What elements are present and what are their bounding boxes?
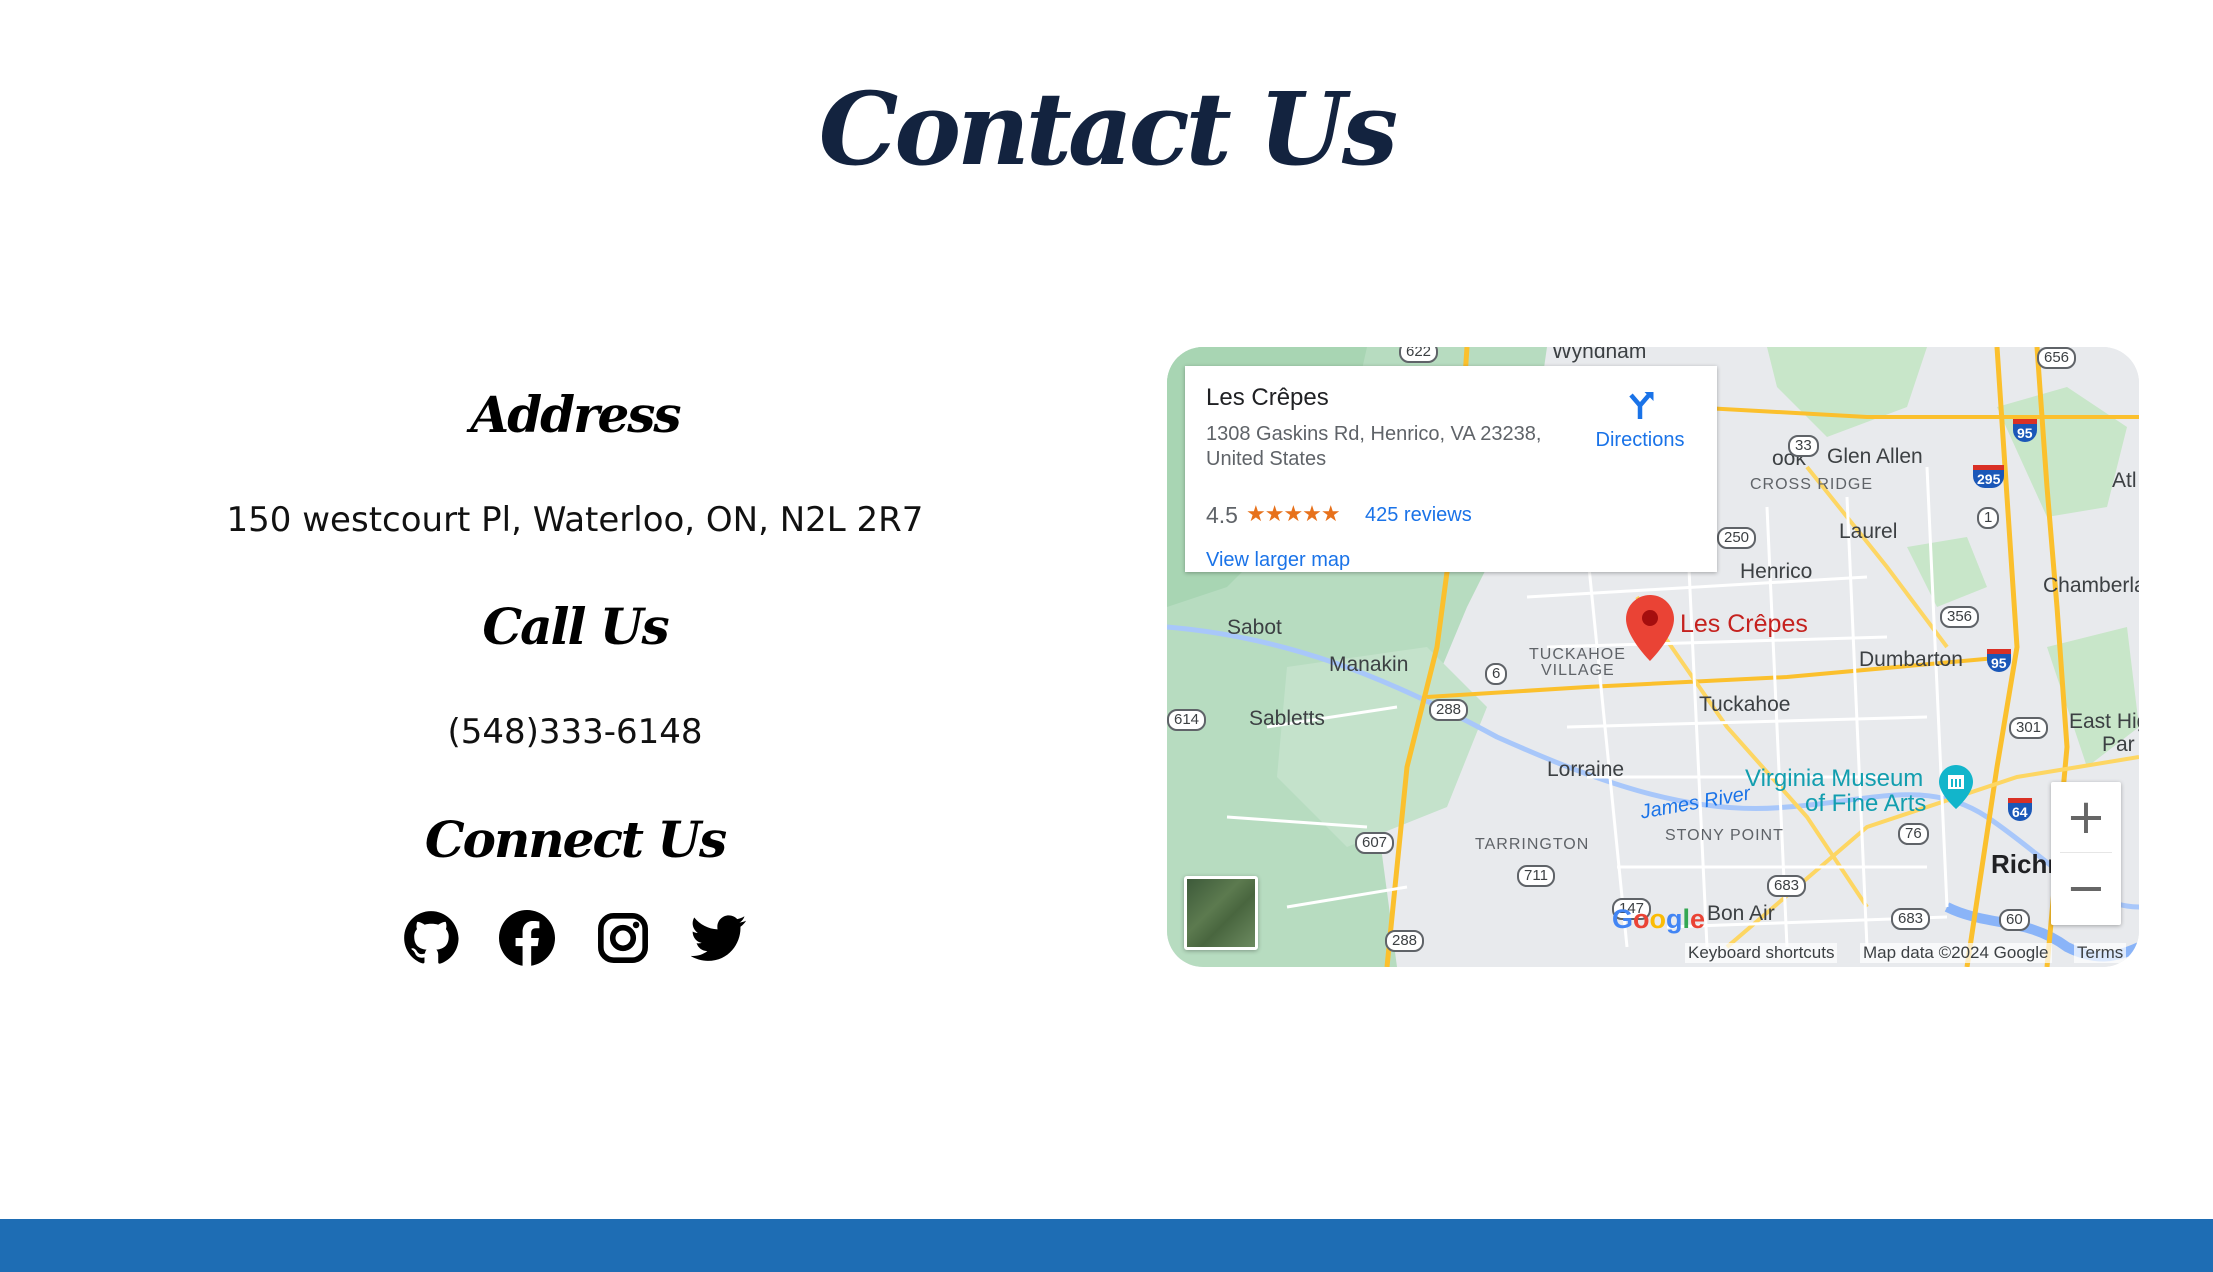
directions-button[interactable]: Directions [1585, 386, 1695, 452]
map-label: Virginia Museum [1745, 765, 1924, 792]
place-rating: 4.5 [1206, 502, 1238, 528]
museum-icon[interactable] [1939, 765, 1973, 809]
route-shield: 683 [1767, 875, 1807, 897]
address-text: 150 westcourt Pl, Waterloo, ON, N2L 2R7 [226, 500, 924, 540]
map-label: STONY POINT [1665, 827, 1784, 844]
map-footer: Keyboard shortcuts Map data ©2024 Google… [1167, 939, 2139, 967]
map-label: VILLAGE [1541, 662, 1615, 679]
map-label: Manakin [1329, 653, 1409, 676]
route-shield: 76 [1898, 823, 1929, 845]
route-shield: 607 [1355, 832, 1395, 854]
route-shield: 6 [1485, 663, 1508, 685]
place-address: 1308 Gaskins Rd, Henrico, VA 23238, Unit… [1206, 423, 1542, 470]
interstate-shield: 95 [1987, 649, 2011, 672]
map-label: Bon Air [1707, 902, 1775, 925]
map-data-text: Map data ©2024 Google [1860, 943, 2052, 963]
terms-link[interactable]: Terms [2074, 943, 2127, 963]
place-info-card: Les Crêpes 1308 Gaskins Rd, Henrico, VA … [1185, 366, 1717, 572]
interstate-shield: 95 [2013, 419, 2037, 442]
route-shield: 60 [1999, 909, 2030, 931]
map-label: Lorraine [1547, 758, 1625, 781]
route-shield: 356 [1940, 606, 1980, 628]
zoom-in-button[interactable]: + [2051, 782, 2121, 852]
route-shield: 1 [1977, 507, 2000, 529]
reviews-link[interactable]: 425 reviews [1365, 504, 1472, 527]
map-label: Tuckahoe [1699, 693, 1791, 716]
map-label: Dumbarton [1859, 648, 1963, 671]
map-label: TARRINGTON [1475, 836, 1590, 853]
map-label: Sabletts [1249, 707, 1325, 730]
address-heading: Address [470, 385, 681, 444]
map-label: CROSS RIDGE [1750, 476, 1874, 493]
google-logo: Google [1612, 904, 1706, 934]
route-shield: 614 [1167, 709, 1207, 731]
directions-icon [1629, 392, 1654, 419]
social-links [0, 910, 1150, 966]
map-label: Laurel [1839, 520, 1898, 543]
instagram-icon[interactable] [595, 910, 651, 966]
interstate-shield: 295 [1973, 465, 2005, 488]
pin-label: Les Crêpes [1680, 610, 1808, 638]
route-shield: 683 [1891, 908, 1931, 930]
zoom-out-button[interactable]: − [2051, 853, 2121, 923]
interstate-shield: 64 [2008, 798, 2032, 821]
map-label: Atl [2112, 469, 2137, 492]
call-heading: Call Us [482, 597, 669, 656]
route-shield: 288 [1429, 699, 1469, 721]
map-label: Sabot [1227, 616, 1282, 639]
google-map[interactable]: Wyndham ook Glen Allen Atl CROSS RIDGE L… [1167, 347, 2139, 967]
map-label: East Hig [2069, 710, 2139, 733]
map-label: Chamberlayne [2043, 574, 2139, 597]
map-label: of Fine Arts [1805, 790, 1927, 817]
map-label: Par [2102, 733, 2135, 756]
keyboard-shortcuts-link[interactable]: Keyboard shortcuts [1685, 943, 1838, 963]
twitter-icon[interactable] [691, 910, 747, 966]
route-shield: 711 [1517, 865, 1555, 887]
footer-bar [0, 1219, 2213, 1272]
route-shield: 250 [1717, 527, 1757, 549]
facebook-icon[interactable] [499, 910, 555, 966]
route-shield: 622 [1399, 347, 1439, 363]
directions-label: Directions [1595, 429, 1685, 451]
view-larger-map-link[interactable]: View larger map [1206, 549, 1350, 572]
map-label: Glen Allen [1827, 445, 1923, 468]
zoom-controls: + − [2051, 782, 2121, 925]
rating-stars: ★★★★★ [1246, 501, 1341, 526]
route-shield: 301 [2009, 717, 2049, 739]
page-title: Contact Us [818, 70, 1398, 188]
github-icon[interactable] [403, 910, 459, 966]
route-shield: 33 [1788, 435, 1819, 457]
contact-page: Contact Us Address 150 westcourt Pl, Wat… [0, 0, 2213, 1272]
route-shield: 656 [2037, 347, 2077, 369]
connect-heading: Connect Us [424, 810, 727, 869]
map-label: Henrico [1740, 560, 1813, 583]
map-label: Wyndham [1552, 347, 1647, 363]
location-pin-icon[interactable] [1626, 595, 1674, 661]
place-name: Les Crêpes [1206, 384, 1329, 411]
phone-number: (548)333-6148 [447, 712, 703, 752]
